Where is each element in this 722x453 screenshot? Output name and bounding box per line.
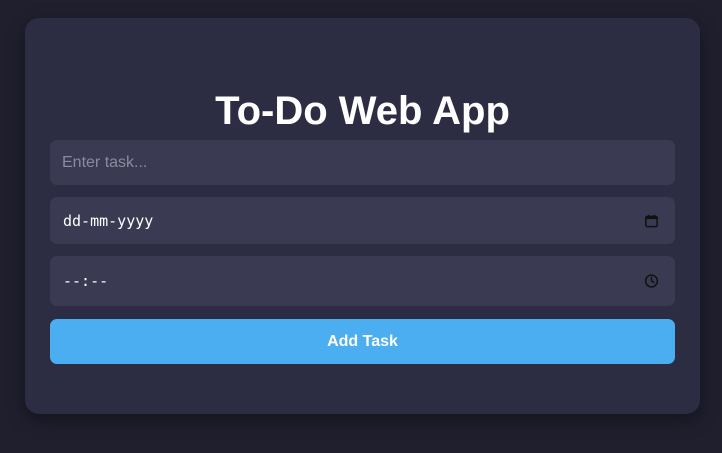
todo-card: To-Do Web App dd-mm-yyyy --:-- Add Task	[25, 18, 700, 414]
time-field[interactable]: --:--	[50, 256, 675, 306]
task-input[interactable]	[50, 140, 675, 185]
date-value: dd-mm-yyyy	[63, 211, 154, 230]
time-value: --:--	[63, 272, 109, 290]
page-title: To-Do Web App	[215, 89, 510, 133]
add-task-button[interactable]: Add Task	[50, 319, 675, 364]
date-field[interactable]: dd-mm-yyyy	[50, 197, 675, 244]
clock-icon[interactable]	[644, 274, 659, 289]
calendar-icon[interactable]	[644, 213, 659, 228]
